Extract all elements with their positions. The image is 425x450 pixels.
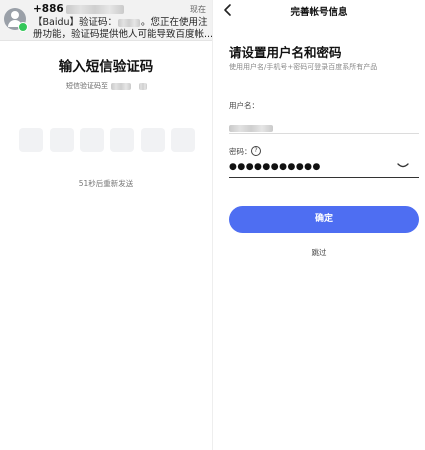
password-visibility-toggle-icon[interactable]	[397, 163, 409, 169]
username-underline	[229, 133, 419, 134]
page-subtitle: 使用用户名/手机号+密码可登录百度系所有产品	[229, 63, 378, 71]
sms-notification-banner[interactable]: +886 现在 【Baidu】验证码： 。您正在使用注 册功能，验证码提供他人可能…	[0, 0, 214, 41]
skip-link[interactable]: 跳过	[213, 247, 425, 258]
account-info-screen: 完善帐号信息 请设置用户名和密码 使用用户名/手机号+密码可登录百度系所有产品 …	[213, 0, 425, 450]
sms-code-input[interactable]	[19, 128, 199, 154]
resend-countdown: 51秒后重新发送	[78, 179, 134, 188]
page-title: 请设置用户名和密码	[229, 45, 342, 60]
redacted-phone-number	[65, 4, 124, 14]
help-icon[interactable]: ?	[251, 146, 261, 156]
password-field[interactable]: ●●●●●●●●●●●	[229, 162, 321, 172]
code-digit-box[interactable]	[80, 128, 104, 152]
code-digit-box[interactable]	[141, 128, 165, 152]
redacted-phone-part	[139, 82, 147, 90]
sent-to-label: 短信验证码至	[66, 82, 108, 90]
username-field[interactable]	[229, 118, 273, 132]
sms-verification-screen: +886 现在 【Baidu】验证码： 。您正在使用注 册功能，验证码提供他人可能…	[0, 0, 214, 450]
sent-to-text: 短信验证码至	[66, 81, 147, 91]
confirm-button[interactable]: 确定	[229, 206, 419, 233]
code-digit-box[interactable]	[171, 128, 195, 152]
redacted-username	[229, 125, 273, 132]
password-label: 密码：	[229, 147, 252, 156]
code-digit-box[interactable]	[19, 128, 43, 152]
redacted-phone-part	[111, 82, 131, 90]
notification-message-line2: 册功能，验证码提供他人可能导致百度帐...	[33, 29, 214, 40]
nav-title: 完善帐号信息	[290, 7, 348, 18]
password-underline	[229, 177, 419, 178]
sms-code-title: 输入短信验证码	[58, 59, 154, 75]
username-label: 用户名：	[229, 101, 259, 110]
code-digit-box[interactable]	[50, 128, 74, 152]
code-digit-box[interactable]	[110, 128, 134, 152]
messages-app-badge-icon	[18, 22, 28, 32]
